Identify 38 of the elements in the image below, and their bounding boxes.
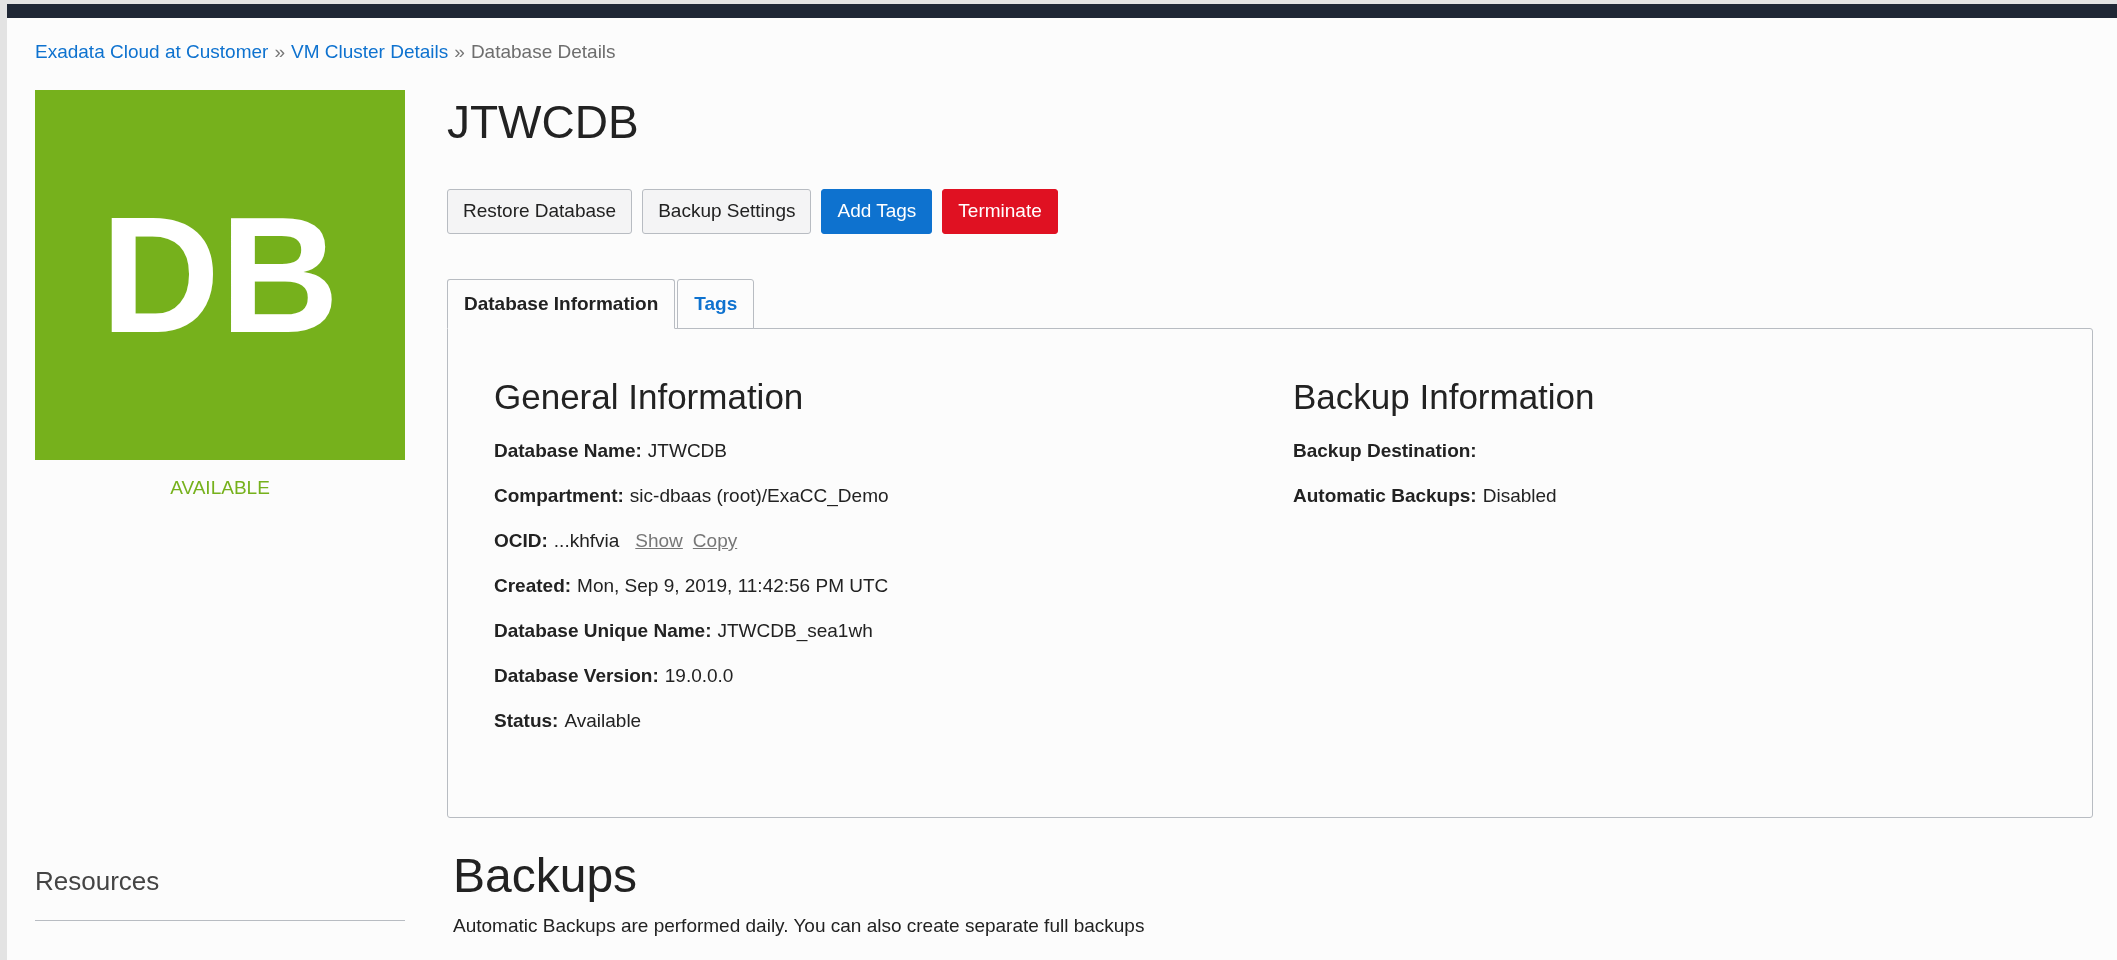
breadcrumb-link[interactable]: Exadata Cloud at Customer xyxy=(35,40,269,64)
danger-button[interactable]: Terminate xyxy=(942,189,1058,234)
field-label: Compartment: xyxy=(494,484,624,508)
backups-heading: Backups xyxy=(453,852,638,900)
field-label: Status: xyxy=(494,709,559,733)
status-label: AVAILABLE xyxy=(170,476,270,500)
field-value: 19.0.0.0 xyxy=(664,664,734,688)
breadcrumb-separator: » xyxy=(274,40,285,64)
field-label: Database Name: xyxy=(494,439,642,463)
field-value: Mon, Sep 9, 2019, 11:42:56 PM UTC xyxy=(577,574,889,598)
tile-initials: DB xyxy=(100,192,340,358)
field-label: Automatic Backups: xyxy=(1293,484,1477,508)
field-value: Available xyxy=(564,709,642,733)
action-button[interactable]: Restore Database xyxy=(447,189,633,234)
field-value: JTWCDB_sea1wh xyxy=(717,619,873,643)
text-link[interactable]: Show xyxy=(635,529,683,553)
backups-description: Automatic Backups are performed daily. You can also create separate full backups xyxy=(453,914,1145,938)
page-title: JTWCDB xyxy=(447,99,639,145)
field-label: Database Version: xyxy=(494,664,659,688)
field-value: ...khfvia xyxy=(553,529,620,553)
field-value: JTWCDB xyxy=(647,439,727,463)
breadcrumb-separator: » xyxy=(454,40,465,64)
section-heading: Backup Information xyxy=(1293,379,1595,414)
field-label: Database Unique Name: xyxy=(494,619,712,643)
field-label: Backup Destination: xyxy=(1293,439,1477,463)
field-label: OCID: xyxy=(494,529,548,553)
tab[interactable]: Tags xyxy=(677,279,755,329)
breadcrumb-link[interactable]: VM Cluster Details xyxy=(291,40,449,64)
field-label: Created: xyxy=(494,574,572,598)
text-link[interactable]: Copy xyxy=(692,529,738,553)
action-button[interactable]: Backup Settings xyxy=(642,189,812,234)
section-heading: General Information xyxy=(494,379,804,414)
field-value: sic-dbaas (root)/ExaCC_Demo xyxy=(629,484,889,508)
breadcrumb-current: Database Details xyxy=(470,40,616,64)
primary-button[interactable]: Add Tags xyxy=(821,189,933,234)
tab[interactable]: Database Information xyxy=(447,279,676,329)
resources-heading: Resources xyxy=(35,868,160,894)
field-value: Disabled xyxy=(1482,484,1557,508)
